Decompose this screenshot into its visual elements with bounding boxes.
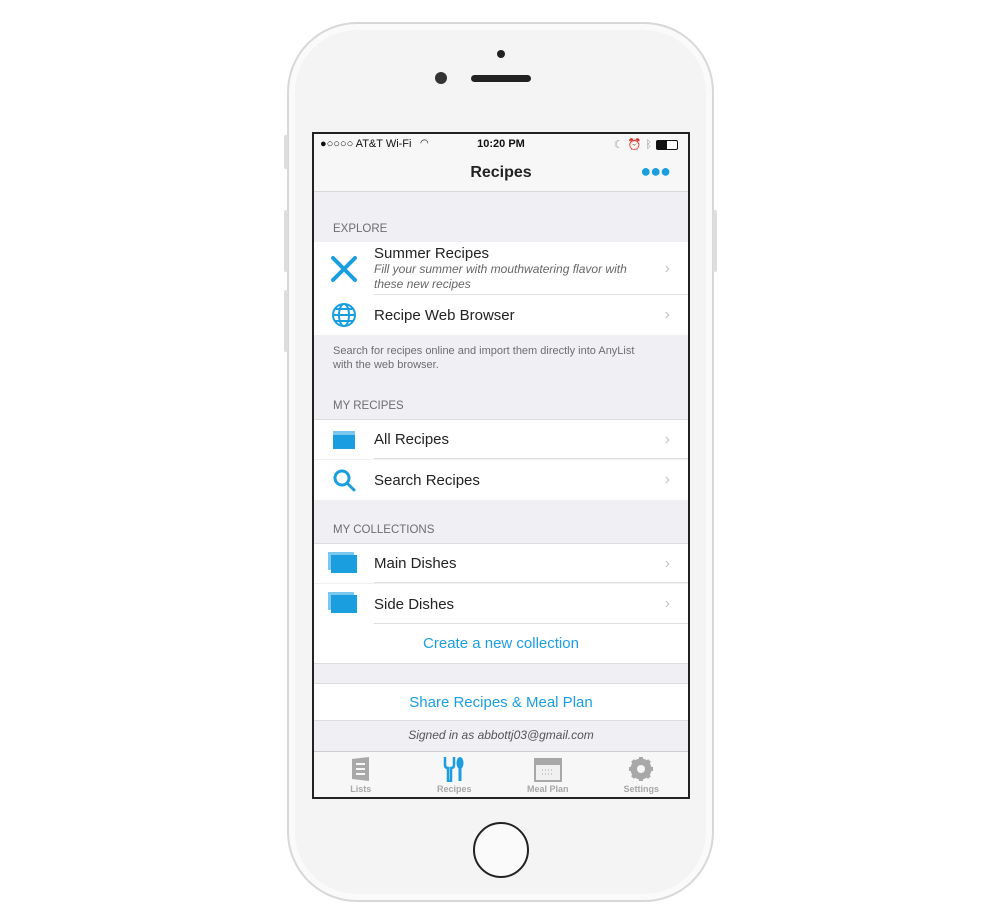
chevron-right-icon: › xyxy=(664,430,670,448)
folder-stack-icon xyxy=(314,595,374,613)
bluetooth-icon: ᛒ xyxy=(645,138,652,151)
tab-recipes[interactable]: Recipes xyxy=(408,752,502,797)
box-icon xyxy=(314,430,374,449)
item-title: Recipe Web Browser xyxy=(374,306,515,324)
section-header-my-collections: MY COLLECTIONS xyxy=(333,524,435,536)
folder-stack-icon xyxy=(314,554,374,573)
list-item-search-recipes[interactable]: Search Recipes › xyxy=(314,460,688,500)
chevron-right-icon: › xyxy=(664,471,670,488)
search-icon xyxy=(314,468,374,492)
tab-label: Lists xyxy=(350,784,372,794)
proximity-sensor xyxy=(497,50,505,58)
globe-icon xyxy=(314,302,374,328)
chevron-right-icon: › xyxy=(664,306,670,323)
create-collection-button[interactable]: Create a new collection xyxy=(314,624,688,664)
item-subtitle: Fill your summer with mouthwatering flav… xyxy=(374,262,627,291)
battery-icon xyxy=(656,139,678,150)
fork-spoon-icon xyxy=(444,757,464,783)
chevron-right-icon: › xyxy=(664,595,670,612)
home-button[interactable] xyxy=(473,822,529,878)
list-item-summer-recipes[interactable]: Summer Recipes Fill your summer with mou… xyxy=(314,242,688,295)
screen: ●○○○○ AT&T Wi-Fi ◠ 10:20 PM ☾ ⏰ ᛒ Recipe… xyxy=(312,132,690,799)
page-title: Recipes xyxy=(470,164,532,181)
alarm-icon: ⏰ xyxy=(627,139,642,151)
list-item-recipe-web-browser[interactable]: Recipe Web Browser › xyxy=(314,295,688,335)
front-camera xyxy=(435,72,447,84)
moon-icon: ☾ xyxy=(613,139,624,151)
ellipsis-icon[interactable]: ●●● xyxy=(640,154,671,188)
list-item-main-dishes[interactable]: Main Dishes › xyxy=(314,543,688,583)
volume-down-button xyxy=(284,290,288,352)
item-title: Summer Recipes xyxy=(374,245,490,262)
section-header-my-recipes: MY RECIPES xyxy=(333,400,404,412)
share-button[interactable]: Share Recipes & Meal Plan xyxy=(314,683,688,721)
tab-meal-plan[interactable]: Meal Plan xyxy=(501,752,595,797)
calendar-icon xyxy=(533,758,562,782)
tab-settings[interactable]: Settings xyxy=(595,752,689,797)
status-icons: ☾ ⏰ ᛒ xyxy=(614,138,678,151)
tab-label: Recipes xyxy=(436,784,472,794)
earpiece xyxy=(471,75,531,82)
chevron-right-icon: › xyxy=(664,259,670,277)
list-icon xyxy=(351,757,369,781)
explore-footer: Search for recipes online and import the… xyxy=(333,345,635,371)
tab-label: Settings xyxy=(623,784,659,794)
power-button xyxy=(713,210,717,272)
gear-icon xyxy=(629,757,654,781)
item-title: Main Dishes xyxy=(374,555,457,572)
status-bar: ●○○○○ AT&T Wi-Fi ◠ 10:20 PM ☾ ⏰ ᛒ xyxy=(314,134,688,154)
fork-knife-icon xyxy=(314,255,374,283)
list-item-all-recipes[interactable]: All Recipes › xyxy=(314,419,688,459)
tab-label: Meal Plan xyxy=(526,784,569,794)
signed-in-text: Signed in as abbottj03@gmail.com xyxy=(408,728,594,742)
volume-up-button xyxy=(284,210,288,272)
chevron-right-icon: › xyxy=(664,554,670,572)
mute-switch xyxy=(284,135,288,169)
nav-bar: Recipes ●●● xyxy=(314,154,688,192)
section-header-explore: EXPLORE xyxy=(333,223,388,235)
tab-bar: Lists Recipes Meal Plan Settings xyxy=(314,751,689,797)
item-title: All Recipes xyxy=(374,431,450,448)
list-item-side-dishes[interactable]: Side Dishes › xyxy=(314,584,688,624)
tab-lists[interactable]: Lists xyxy=(314,752,408,797)
item-title: Side Dishes xyxy=(374,595,455,613)
item-title: Search Recipes xyxy=(374,471,480,489)
